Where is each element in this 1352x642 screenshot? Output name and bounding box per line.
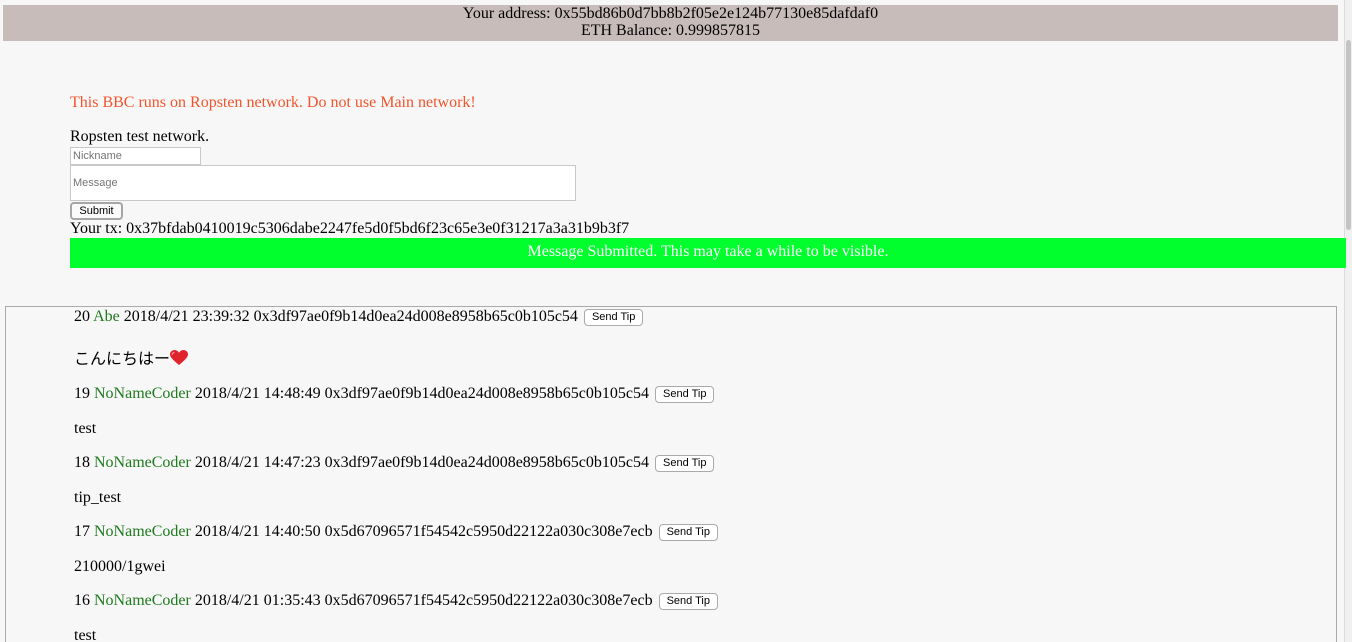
post-message: 210000/1gwei [74,558,166,575]
submission-notice: Message Submitted. This may take a while… [70,238,1346,268]
message-feed[interactable]: 20 Abe 2018/4/21 23:39:32 0x3df97ae0f9b1… [5,306,1337,642]
post-header: 18 NoNameCoder 2018/4/21 14:47:23 0x3df9… [74,454,715,472]
send-tip-button[interactable]: Send Tip [583,308,644,326]
post-nickname: NoNameCoder [94,592,191,609]
account-header: Your address: 0x55bd86b0d7bb8b2f05e2e124… [3,5,1338,41]
submit-button[interactable]: Submit [70,202,123,220]
post-message: test [74,420,97,437]
post-nickname: Abe [93,308,120,325]
post-nickname: NoNameCoder [94,385,191,402]
post-address: 0x5d67096571f54542c5950d22122a030c308e7e… [324,523,653,540]
post-address: 0x5d67096571f54542c5950d22122a030c308e7e… [324,592,653,609]
post-address: 0x3df97ae0f9b14d0ea24d008e8958b65c0b105c… [324,454,650,471]
post-message: こんにちはー [74,345,189,369]
post-id: 18 [74,454,90,471]
post-message: tip_test [74,489,122,506]
post-nickname: NoNameCoder [94,523,191,540]
post-id: 17 [74,523,90,540]
send-tip-button[interactable]: Send Tip [658,592,718,610]
post-datetime: 2018/4/21 23:39:32 [123,308,250,325]
post-id: 20 [74,308,90,325]
post-address: 0x3df97ae0f9b14d0ea24d008e8958b65c0b105c… [253,308,578,325]
post-message: test [74,627,97,642]
post-message-text: こんにちはー [74,351,171,368]
send-tip-button[interactable]: Send Tip [658,523,718,541]
send-tip-button[interactable]: Send Tip [655,454,715,472]
scrollbar-thumb[interactable] [1346,40,1351,230]
balance-line: ETH Balance: 0.999857815 [580,22,761,39]
post-datetime: 2018/4/21 01:35:43 [194,592,321,609]
post-header: 17 NoNameCoder 2018/4/21 14:40:50 0x5d67… [74,523,718,541]
post-nickname: NoNameCoder [94,454,191,471]
post-datetime: 2018/4/21 14:40:50 [194,523,321,540]
post-datetime: 2018/4/21 14:47:23 [194,454,321,471]
post-address: 0x3df97ae0f9b14d0ea24d008e8958b65c0b105c… [324,385,650,402]
post-datetime: 2018/4/21 14:48:49 [194,385,321,402]
nickname-input[interactable] [70,147,201,165]
message-input[interactable] [70,165,576,201]
address-line: Your address: 0x55bd86b0d7bb8b2f05e2e124… [462,5,879,22]
page-scrollbar[interactable] [1344,0,1352,642]
transaction-hash: Your tx: 0x37bfdab0410019c5306dabe2247fe… [70,220,630,237]
send-tip-button[interactable]: Send Tip [655,385,715,403]
network-warning: This BBC runs on Ropsten network. Do not… [70,94,476,111]
post-id: 19 [74,385,90,402]
network-status: Ropsten test network. [70,128,210,145]
heart-icon [170,350,189,366]
post-header: 19 NoNameCoder 2018/4/21 14:48:49 0x3df9… [74,385,715,403]
post-header: 20 Abe 2018/4/21 23:39:32 0x3df97ae0f9b1… [74,308,644,326]
post-header: 16 NoNameCoder 2018/4/21 01:35:43 0x5d67… [74,592,718,610]
post-id: 16 [74,592,90,609]
